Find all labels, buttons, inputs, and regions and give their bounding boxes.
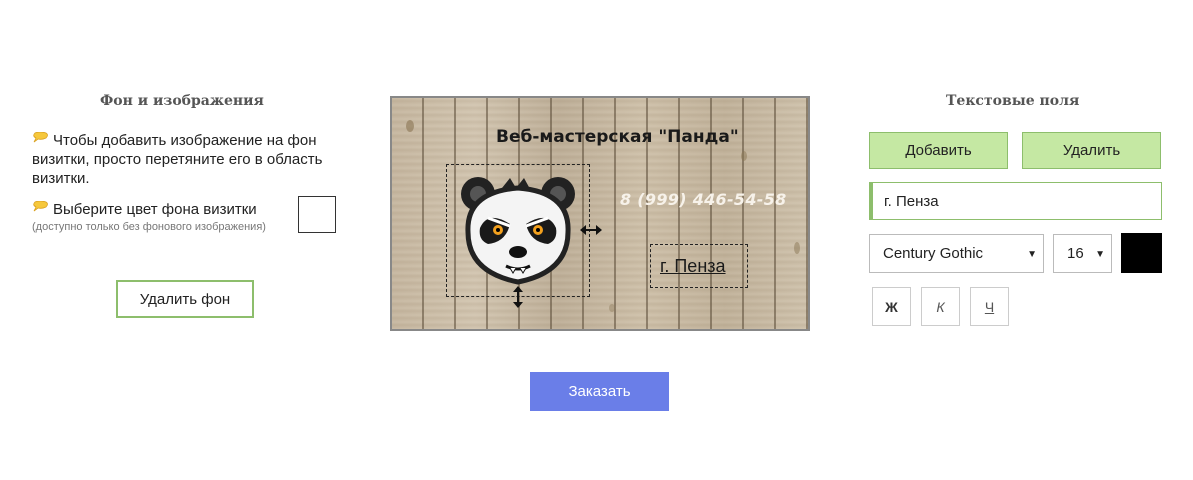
bg-color-hint: Выберите цвет фона визитки [32,200,292,219]
dropdown-caret-icon: ▼ [1027,249,1037,260]
text-field-input[interactable]: г. Пенза [869,182,1162,220]
bold-button[interactable]: Ж [872,287,911,326]
underline-button[interactable]: Ч [970,287,1009,326]
resize-vertical-icon[interactable] [512,286,524,308]
panda-logo-image[interactable] [458,172,578,288]
card-phone-text[interactable]: 8 (999) 446-54-58 [620,190,787,209]
drag-image-hint: Чтобы добавить изображение на фон визитк… [32,131,332,188]
bg-color-picker[interactable] [298,196,336,233]
add-text-field-button[interactable]: Добавить [869,132,1008,169]
delete-text-field-button[interactable]: Удалить [1022,132,1161,169]
dropdown-caret-icon: ▼ [1095,249,1105,260]
text-color-picker[interactable] [1121,233,1162,273]
order-button[interactable]: Заказать [530,372,669,411]
font-size-select[interactable]: 16 ▼ [1053,234,1112,273]
drag-image-hint-text: Чтобы добавить изображение на фон визитк… [32,132,323,187]
card-title-text[interactable]: Веб-мастерская "Панда" [496,127,739,147]
font-size-value: 16 [1067,245,1084,262]
font-family-value: Century Gothic [883,245,984,262]
speech-bubble-icon [33,201,48,212]
font-family-select[interactable]: Century Gothic ▼ [869,234,1044,273]
card-city-text[interactable]: г. Пенза [660,256,726,277]
resize-horizontal-icon[interactable] [580,224,602,236]
speech-bubble-icon [33,132,48,143]
italic-button[interactable]: К [921,287,960,326]
business-card-canvas[interactable]: Веб-мастерская "Панда" 8 (999) 446-54-58 [390,96,810,331]
text-fields-panel-title: Текстовые поля [946,93,1080,109]
bg-color-note: (доступно только без фонового изображени… [32,221,266,233]
background-panel-title: Фон и изображения [100,93,264,109]
remove-background-button[interactable]: Удалить фон [116,280,254,318]
bg-color-hint-text: Выберите цвет фона визитки [53,201,257,218]
